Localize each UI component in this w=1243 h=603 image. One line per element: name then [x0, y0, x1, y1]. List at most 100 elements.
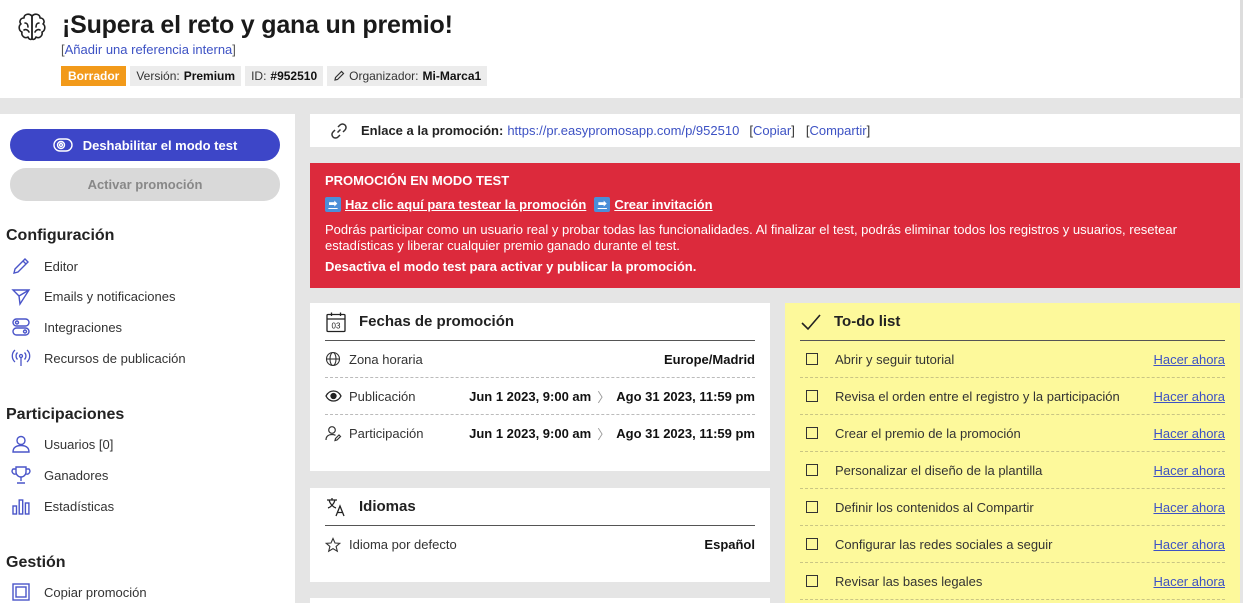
sidebar-item-usuarios[interactable]: Usuarios [0]	[10, 433, 113, 455]
page-title: ¡Supera el reto y gana un premio!	[62, 11, 453, 39]
todo-card-title: To-do list	[834, 313, 901, 330]
timezone-value: Europe/Madrid	[663, 351, 755, 367]
arrow-right-icon: ➡	[594, 197, 611, 212]
create-invitation-link[interactable]: ➡ Crear invitación	[594, 197, 713, 212]
todo-checkbox[interactable]	[806, 464, 818, 476]
todo-item-label: Configurar las redes sociales a seguir	[835, 536, 1053, 552]
share-link[interactable]: Compartir	[809, 123, 866, 138]
test-mode-links: ➡ Haz clic aquí para testear la promoción…	[325, 197, 1225, 212]
do-now-link[interactable]: Hacer ahora	[1153, 500, 1225, 515]
pencil-icon	[10, 256, 32, 276]
sidebar-item-editor[interactable]: Editor	[10, 255, 78, 277]
test-promotion-link[interactable]: ➡ Haz clic aquí para testear la promoción	[325, 197, 586, 212]
dates-card: 03 Fechas de promoción Zona horaria Euro…	[310, 303, 770, 471]
copy-icon	[10, 582, 32, 602]
todo-checkbox[interactable]	[806, 575, 818, 587]
promotion-link-bar: Enlace a la promoción: https://pr.easypr…	[310, 114, 1240, 147]
sidebar-item-recursos[interactable]: Recursos de publicación	[10, 347, 186, 369]
participation-row: Participación Jun 1 2023, 9:00 am 〉 Ago 31…	[325, 415, 755, 452]
do-now-link[interactable]: Hacer ahora	[1153, 352, 1225, 367]
sidebar-item-label: Copiar promoción	[44, 584, 147, 600]
todo-item-label: Revisa el orden entre el registro y la p…	[835, 388, 1120, 404]
activate-promotion-button[interactable]: Activar promoción	[10, 168, 280, 201]
timezone-row: Zona horaria Europe/Madrid	[325, 341, 755, 378]
todo-item: Configurar las redes sociales a seguir Ha…	[800, 526, 1225, 563]
page-header: ¡Supera el reto y gana un premio! [Añadi…	[0, 0, 1243, 98]
todo-checkbox[interactable]	[806, 353, 818, 365]
next-card	[310, 598, 770, 603]
user-icon	[10, 434, 32, 454]
sidebar-item-estadisticas[interactable]: Estadísticas	[10, 495, 114, 517]
publication-end: Ago 31 2023, 11:59 pm	[616, 388, 755, 404]
todo-item-label: Revisar las bases legales	[835, 573, 983, 589]
languages-card: Idiomas Idioma por defecto Español	[310, 488, 770, 582]
todo-checkbox[interactable]	[806, 390, 818, 402]
checkmark-icon	[801, 313, 821, 330]
translate-icon	[327, 497, 345, 516]
todo-item-label: Crear el premio de la promoción	[835, 425, 1021, 441]
id-tag: ID: #952510	[245, 66, 324, 86]
disable-test-mode-label: Deshabilitar el modo test	[82, 137, 238, 153]
copy-link[interactable]: Copiar	[753, 123, 791, 138]
sidebar-item-ganadores[interactable]: Ganadores	[10, 464, 108, 486]
organizer-tag[interactable]: Organizador: Mi-Marca1	[327, 66, 488, 86]
languages-card-title: Idiomas	[359, 498, 416, 515]
todo-item-label: Abrir y seguir tutorial	[835, 351, 955, 367]
toggles-icon	[10, 317, 32, 337]
sidebar-item-copiar[interactable]: Copiar promoción	[10, 581, 147, 603]
trophy-icon	[10, 465, 32, 485]
link-icon	[330, 122, 348, 140]
add-internal-reference-link[interactable]: Añadir una referencia interna	[65, 42, 233, 57]
promotion-link-label: Enlace a la promoción:	[361, 123, 504, 138]
section-title-configuracion: Configuración	[6, 227, 115, 244]
publication-label: Publicación	[349, 388, 416, 404]
todo-checkbox[interactable]	[806, 427, 818, 439]
bar-chart-icon	[10, 496, 32, 516]
do-now-link[interactable]: Hacer ahora	[1153, 463, 1225, 478]
default-language-label: Idioma por defecto	[349, 537, 457, 552]
sidebar-item-label: Ganadores	[44, 467, 109, 483]
chevron-right-icon: 〉	[597, 389, 611, 405]
todo-item-label: Definir los contenidos al Compartir	[835, 499, 1034, 515]
default-language-row: Idioma por defecto Español	[325, 526, 755, 563]
version-label: Versión:	[136, 69, 180, 83]
do-now-link[interactable]: Hacer ahora	[1153, 389, 1225, 404]
eye-icon	[325, 389, 349, 403]
test-mode-warning: Desactiva el modo test para activar y pu…	[325, 259, 697, 274]
participation-label: Participación	[349, 426, 424, 441]
promotion-url-link[interactable]: https://pr.easypromosapp.com/p/952510	[507, 123, 739, 138]
todo-item: Revisa el orden entre el registro y la p…	[800, 378, 1225, 415]
sidebar-item-integraciones[interactable]: Integraciones	[10, 316, 122, 338]
todo-item: Definir los contenidos al Compartir Hacer…	[800, 489, 1225, 526]
test-promotion-link-label: Haz clic aquí para testear la promoción	[345, 197, 587, 212]
section-title-gestion: Gestión	[6, 554, 66, 571]
do-now-link[interactable]: Hacer ahora	[1153, 537, 1225, 552]
id-value: #952510	[270, 69, 318, 83]
sidebar-item-emails[interactable]: Emails y notificaciones	[10, 285, 176, 307]
version-value: Premium	[183, 69, 236, 83]
bracket: ]	[791, 123, 795, 138]
do-now-link[interactable]: Hacer ahora	[1153, 426, 1225, 441]
broadcast-icon	[10, 348, 32, 368]
participation-end: Ago 31 2023, 11:59 pm	[616, 426, 755, 441]
send-icon	[10, 286, 32, 306]
sidebar-item-label: Estadísticas	[44, 498, 115, 514]
test-mode-alert: PROMOCIÓN EN MODO TEST ➡ Haz clic aquí pa…	[310, 163, 1240, 288]
toggle-icon	[53, 138, 73, 152]
sidebar-item-label: Usuarios [0]	[44, 436, 114, 452]
disable-test-mode-button[interactable]: Deshabilitar el modo test	[10, 129, 280, 161]
do-now-link[interactable]: Hacer ahora	[1153, 574, 1225, 589]
todo-item: Crear el premio de la promoción Hacer aho…	[800, 415, 1225, 452]
internal-reference: [Añadir una referencia interna]	[61, 42, 236, 57]
sidebar-item-label: Emails y notificaciones	[44, 288, 176, 304]
chevron-right-icon: 〉	[597, 427, 611, 442]
timezone-label: Zona horaria	[349, 351, 423, 367]
sidebar-item-label: Integraciones	[44, 319, 123, 335]
sidebar-item-label: Editor	[44, 258, 78, 274]
todo-checkbox[interactable]	[806, 538, 818, 550]
section-title-participaciones: Participaciones	[6, 406, 125, 423]
create-invitation-link-label: Crear invitación	[614, 197, 713, 212]
calendar-day: 03	[332, 321, 341, 330]
todo-checkbox[interactable]	[806, 501, 818, 513]
status-badge: Borrador	[61, 66, 127, 86]
